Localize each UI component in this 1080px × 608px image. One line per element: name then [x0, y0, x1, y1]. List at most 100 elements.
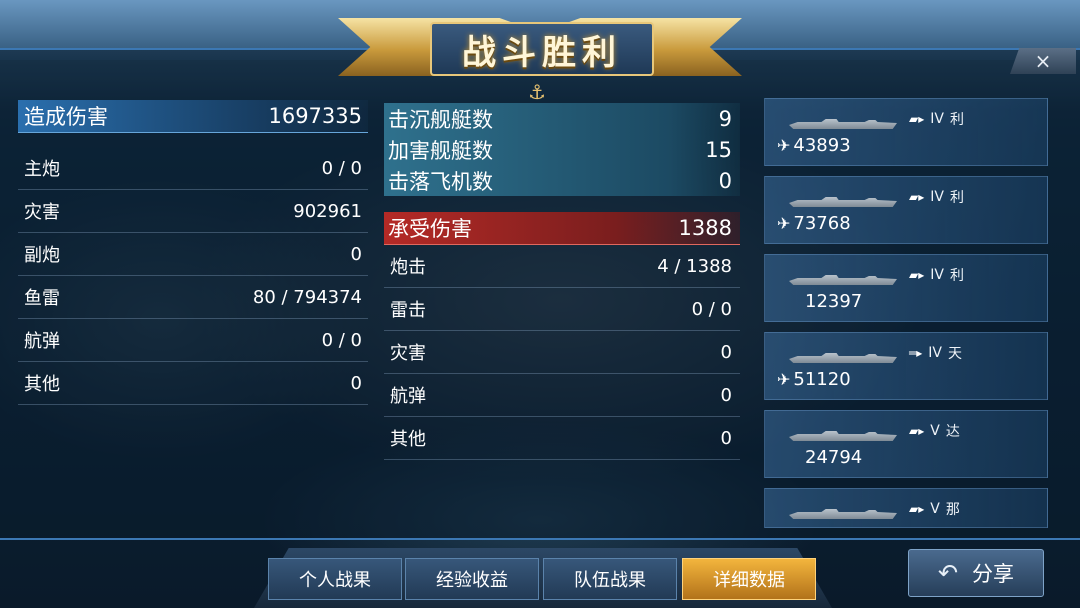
damage-dealt-header: 造成伤害 1697335	[18, 100, 368, 133]
ship-silhouette-icon	[789, 197, 897, 207]
stat-row: 航弹 0	[384, 374, 740, 417]
damage-dealt-value: 1697335	[268, 104, 362, 128]
ship-damage-value: 73768	[793, 213, 851, 234]
flag-icon: ═▸	[909, 346, 923, 360]
ship-card[interactable]: ▰▸ IV 利 12397	[764, 254, 1048, 322]
ship-damage-value: 24794	[805, 447, 863, 468]
stat-value: 0	[720, 384, 732, 406]
kill-stat-label: 击沉舰艇数	[388, 107, 493, 132]
plane-icon: ✈	[777, 370, 791, 389]
kill-stat-value: 9	[718, 106, 732, 131]
ship-name: 达	[945, 424, 960, 440]
ship-damage-value: 12397	[805, 291, 863, 312]
kill-stat-value: 0	[718, 168, 732, 193]
stat-row: 鱼雷 80 / 794374	[18, 276, 368, 319]
stat-value: 4 / 1388	[657, 255, 732, 277]
stat-value: 0 / 0	[321, 329, 362, 351]
tab-team-results[interactable]: 队伍战果	[543, 558, 677, 600]
stat-row: 灾害 902961	[18, 190, 368, 233]
ship-tier: IV	[928, 345, 942, 361]
ship-tier: IV	[930, 111, 944, 127]
ship-name: 天	[947, 346, 962, 362]
ship-card[interactable]: ═▸ IV 天 ✈ 51120	[764, 332, 1048, 400]
damage-received-label: 承受伤害	[388, 217, 472, 241]
kill-stat-row: 击沉舰艇数 9	[384, 103, 740, 134]
ship-card[interactable]: ▰▸ IV 利 ✈ 43893	[764, 98, 1048, 166]
ship-damage: ✈ 73768	[777, 213, 851, 234]
ship-silhouette-icon	[789, 275, 897, 285]
kill-stats-box: 击沉舰艇数 9 加害舰艇数 15 击落飞机数 0	[384, 103, 740, 196]
stat-label: 炮击	[390, 257, 426, 278]
tab-personal-results[interactable]: 个人战果	[268, 558, 402, 600]
stat-value: 902961	[293, 200, 362, 222]
ship-silhouette-icon	[789, 431, 897, 441]
stat-row: 雷击 0 / 0	[384, 288, 740, 331]
ship-list[interactable]: ▰▸ IV 利 ✈ 43893 ▰▸ IV 利 ✈ 73768 ▰▸ IV 利 12397 ═▸…	[764, 98, 1048, 538]
flag-icon: ▰▸	[909, 502, 925, 516]
stat-value: 80 / 794374	[252, 286, 362, 308]
stat-row: 主炮 0 / 0	[18, 147, 368, 190]
share-button[interactable]: ↶ 分享	[908, 549, 1044, 597]
stat-row: 其他 0	[384, 417, 740, 460]
ship-card[interactable]: ▰▸ IV 利 ✈ 73768	[764, 176, 1048, 244]
ship-damage: ✈ 43893	[777, 135, 851, 156]
banner-title: 战斗胜利	[462, 32, 622, 73]
stat-value: 0	[720, 341, 732, 363]
stat-label: 雷击	[390, 300, 426, 321]
ship-tier: V	[930, 423, 940, 439]
ship-class: ▰▸ V 那	[909, 499, 960, 519]
victory-banner: 战斗胜利 ⚓	[338, 4, 742, 104]
kill-stat-label: 击落飞机数	[388, 169, 493, 194]
ship-tier: IV	[930, 189, 944, 205]
stat-row: 航弹 0 / 0	[18, 319, 368, 362]
ship-damage: 24794	[805, 447, 862, 468]
damage-received-value: 1388	[678, 216, 732, 240]
damage-received-header: 承受伤害 1388	[384, 212, 740, 245]
ship-damage: ✈ 51120	[777, 369, 851, 390]
ship-class: ▰▸ IV 利	[909, 187, 964, 207]
stat-label: 灾害	[390, 343, 426, 364]
damage-dealt-label: 造成伤害	[24, 105, 108, 129]
ship-class: ▰▸ IV 利	[909, 265, 964, 285]
plane-icon: ✈	[777, 214, 791, 233]
ship-card[interactable]: ▰▸ V 达 24794	[764, 410, 1048, 478]
tab-detailed-data[interactable]: 详细数据	[682, 558, 816, 600]
ship-card[interactable]: ▰▸ V 那	[764, 488, 1048, 528]
stat-row: 副炮 0	[18, 233, 368, 276]
share-label: 分享	[972, 562, 1015, 586]
ship-damage-value: 51120	[793, 369, 851, 390]
stat-value: 0 / 0	[691, 298, 732, 320]
close-button[interactable]: ×	[1010, 48, 1076, 74]
ship-name: 那	[945, 502, 960, 518]
stat-value: 0 / 0	[321, 157, 362, 179]
kill-stat-row: 击落飞机数 0	[384, 165, 740, 196]
stat-label: 灾害	[24, 202, 60, 223]
ship-class: ▰▸ V 达	[909, 421, 960, 441]
kill-stat-row: 加害舰艇数 15	[384, 134, 740, 165]
stat-label: 其他	[390, 429, 426, 450]
stat-row: 灾害 0	[384, 331, 740, 374]
ship-name: 利	[949, 268, 964, 284]
banner-plate: 战斗胜利	[430, 22, 654, 76]
kill-stat-value: 15	[705, 137, 732, 162]
ship-tier: IV	[930, 267, 944, 283]
ship-silhouette-icon	[789, 353, 897, 363]
stat-row: 炮击 4 / 1388	[384, 245, 740, 288]
stat-label: 主炮	[24, 159, 60, 180]
ship-silhouette-icon	[789, 509, 897, 519]
ship-class: ▰▸ IV 利	[909, 109, 964, 129]
ship-name: 利	[949, 112, 964, 128]
stat-label: 航弹	[24, 331, 60, 352]
anchor-icon: ⚓	[528, 80, 546, 104]
stat-label: 航弹	[390, 386, 426, 407]
stat-label: 其他	[24, 374, 60, 395]
flag-icon: ▰▸	[909, 112, 925, 126]
stat-row: 其他 0	[18, 362, 368, 405]
share-arrow-icon: ↶	[937, 559, 959, 587]
ship-tier: V	[930, 501, 940, 517]
flag-icon: ▰▸	[909, 424, 925, 438]
ship-name: 利	[949, 190, 964, 206]
tab-experience-gains[interactable]: 经验收益	[405, 558, 539, 600]
kill-stat-label: 加害舰艇数	[388, 138, 493, 163]
stat-value: 0	[720, 427, 732, 449]
